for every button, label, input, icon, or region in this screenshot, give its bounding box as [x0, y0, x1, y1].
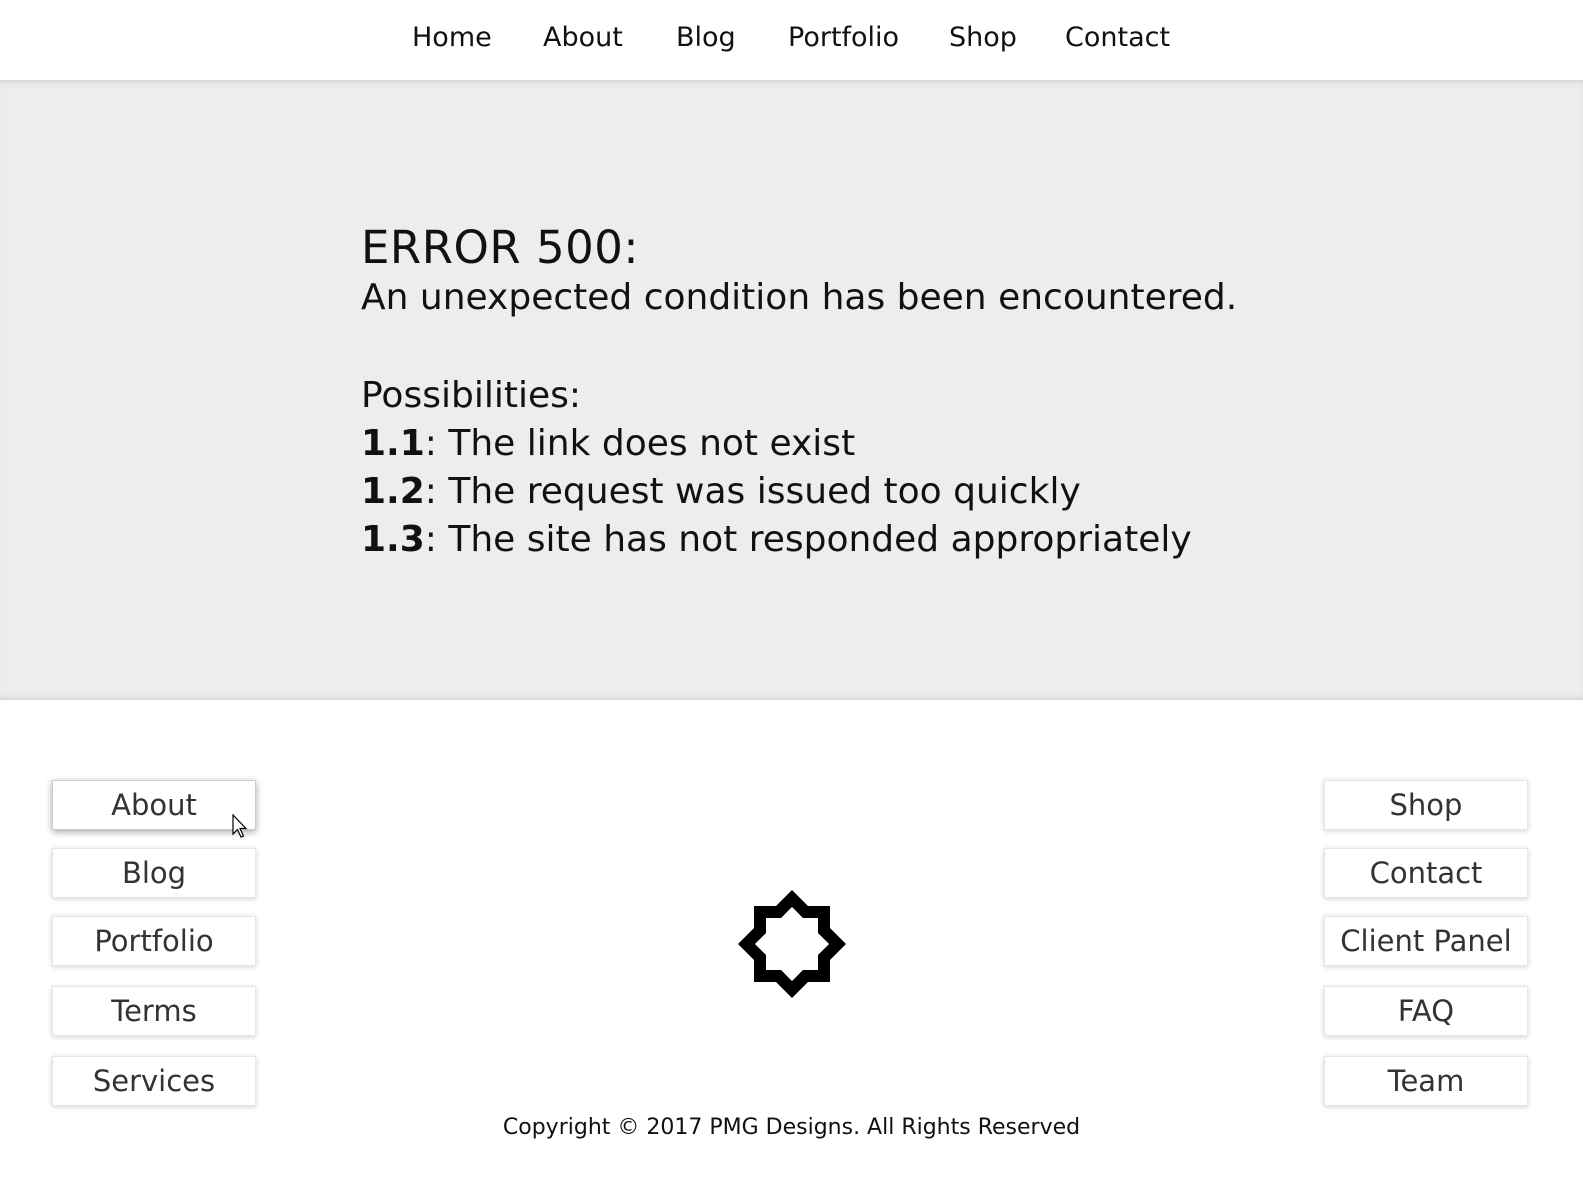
- error-message: An unexpected condition has been encount…: [361, 277, 1238, 318]
- footer-faq-button[interactable]: FAQ: [1324, 986, 1528, 1036]
- error-section: ERROR 500: An unexpected condition has b…: [0, 80, 1583, 700]
- footer-terms-button[interactable]: Terms: [52, 986, 256, 1036]
- possibility-text: : The site has not responded appropriate…: [424, 519, 1192, 560]
- footer-team-button[interactable]: Team: [1324, 1056, 1528, 1106]
- possibility-text: : The request was issued too quickly: [424, 471, 1081, 512]
- mouse-cursor-icon: [232, 814, 248, 838]
- nav-home-link[interactable]: Home: [412, 20, 492, 56]
- error-content: ERROR 500: An unexpected condition has b…: [361, 220, 1361, 564]
- possibility-number: 1.3: [361, 519, 425, 560]
- possibility-text: : The link does not exist: [424, 423, 856, 464]
- top-navigation: Home About Blog Portfolio Shop Contact: [0, 0, 1583, 80]
- possibility-item: 1.3: The site has not responded appropri…: [361, 516, 1361, 564]
- footer-client-panel-button[interactable]: Client Panel: [1324, 916, 1528, 966]
- possibility-number: 1.2: [361, 471, 425, 512]
- nav-shop-link[interactable]: Shop: [949, 20, 1017, 56]
- possibilities-label: Possibilities:: [361, 375, 581, 416]
- footer-about-button[interactable]: About: [52, 780, 256, 830]
- nav-blog-link[interactable]: Blog: [676, 20, 736, 56]
- nav-about-link[interactable]: About: [543, 20, 623, 56]
- star-outline-icon: [738, 890, 846, 998]
- footer-portfolio-button[interactable]: Portfolio: [52, 916, 256, 966]
- footer-blog-button[interactable]: Blog: [52, 848, 256, 898]
- footer-shop-button[interactable]: Shop: [1324, 780, 1528, 830]
- error-title: ERROR 500:: [361, 221, 640, 274]
- footer-services-button[interactable]: Services: [52, 1056, 256, 1106]
- nav-portfolio-link[interactable]: Portfolio: [788, 20, 899, 56]
- possibility-item: 1.2: The request was issued too quickly: [361, 468, 1361, 516]
- nav-contact-link[interactable]: Contact: [1065, 20, 1170, 56]
- copyright-text: Copyright © 2017 PMG Designs. All Rights…: [502, 1115, 1081, 1140]
- footer-contact-button[interactable]: Contact: [1324, 848, 1528, 898]
- possibility-number: 1.1: [361, 423, 425, 464]
- possibility-item: 1.1: The link does not exist: [361, 420, 1361, 468]
